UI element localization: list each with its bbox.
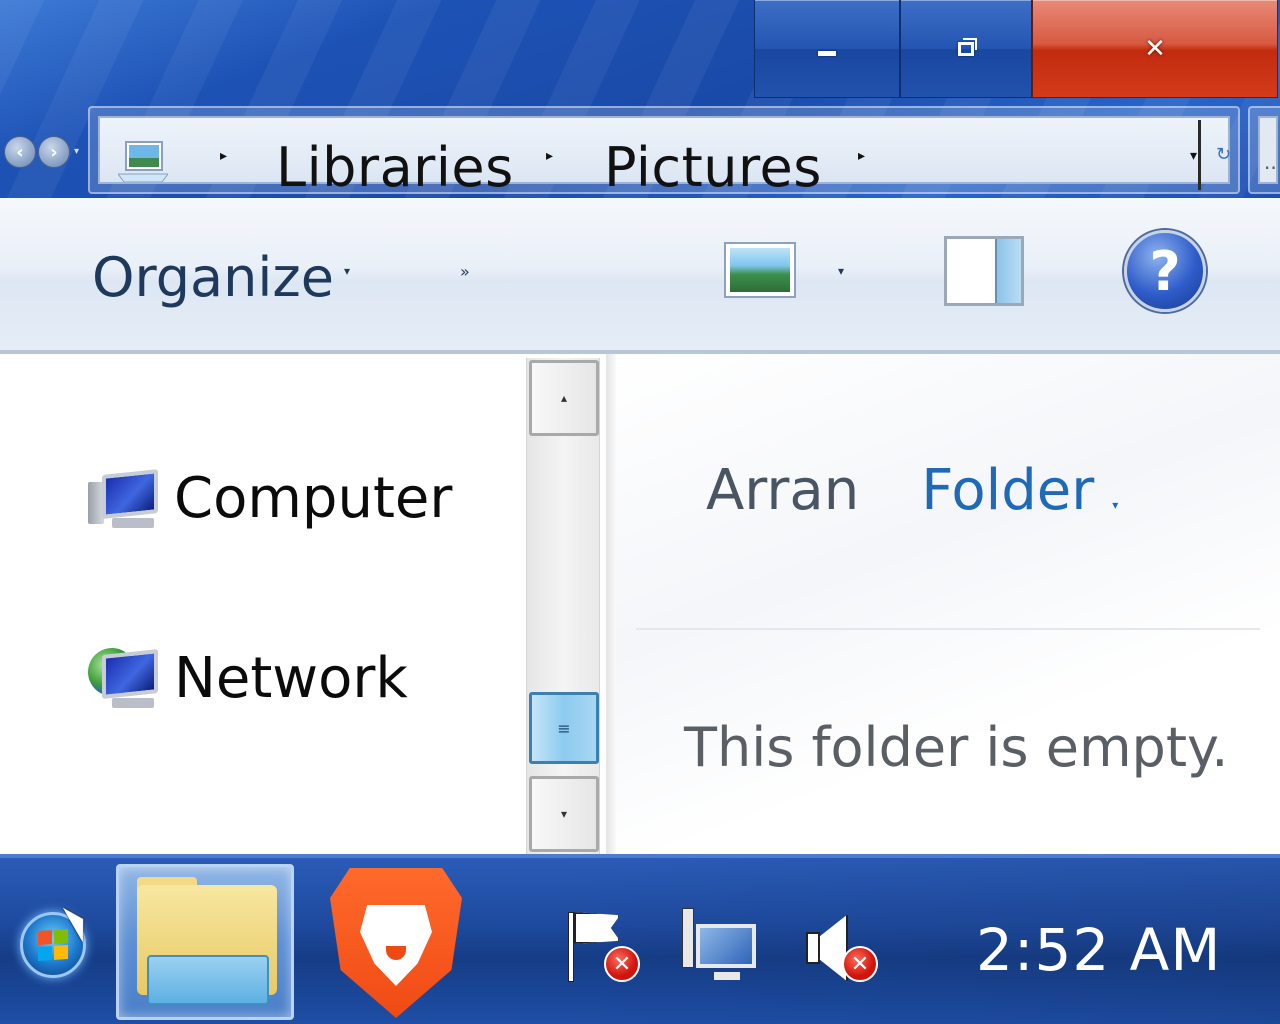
close-icon: ✕ [1144,33,1166,64]
breadcrumb-pictures[interactable]: Pictures [604,136,822,199]
nav-pane-scrollbar[interactable]: ▴ ≡ ▾ [526,358,600,854]
library-header: Arran Folder ▾ [706,458,1118,523]
back-arrow-icon: ‹ [16,141,24,163]
organize-dropdown-icon: ▾ [344,264,351,278]
flag-icon [568,912,574,982]
forward-arrow-icon: › [50,141,58,163]
breadcrumb-separator[interactable]: ▸ [858,148,865,164]
scroll-down-button[interactable]: ▾ [529,776,599,852]
nav-arrows: ‹ › ▾ [4,136,79,168]
scroll-thumb[interactable]: ≡ [529,692,599,764]
speaker-icon [806,932,820,964]
error-badge-icon: ✕ [604,946,640,982]
windows-logo-icon [38,928,68,962]
search-input[interactable]: .. [1258,116,1278,184]
restore-button[interactable] [900,0,1032,98]
pictures-library-icon [118,141,168,182]
address-field[interactable]: ▸ Libraries ▸ Pictures ▸ ▾ ↻ [98,116,1231,199]
network-tray-button[interactable] [680,908,760,988]
organize-button[interactable]: Organize [92,246,334,309]
arrange-by-dropdown-icon[interactable]: ▾ [1112,498,1118,512]
computer-icon [88,468,162,530]
help-button[interactable]: ? [1124,230,1206,312]
close-button[interactable]: ✕ [1032,0,1278,98]
preview-pane-icon [995,239,1021,303]
breadcrumb-separator[interactable]: ▸ [546,148,553,164]
breadcrumb-separator[interactable]: ▸ [220,148,227,164]
grip-icon: ≡ [557,718,571,738]
scroll-up-button[interactable]: ▴ [529,360,599,436]
nav-item-label: Network [174,646,408,711]
help-icon: ? [1149,239,1181,303]
network-icon [88,647,162,710]
refresh-icon[interactable]: ↻ [1216,144,1231,165]
minimize-button[interactable] [754,0,900,98]
taskbar-windows-explorer[interactable] [116,864,294,1020]
action-center-tray-button[interactable]: ✕ [564,908,644,988]
search-box[interactable]: .. [1248,106,1280,194]
recent-pages-dropdown[interactable]: ▾ [74,146,79,168]
pane-splitter[interactable] [606,354,616,854]
caption-buttons: ✕ [754,0,1278,98]
taskbar-clock[interactable]: 2:52 AM [976,916,1221,984]
nav-item-label: Computer [174,466,453,531]
command-bar: Organize ▾ » ▾ ? [0,198,1280,354]
address-bar[interactable]: ▸ Libraries ▸ Pictures ▸ ▾ ↻ [88,106,1240,199]
breadcrumb-libraries[interactable]: Libraries [276,136,514,199]
library-owner-label: Arran [706,458,860,523]
volume-tray-button[interactable]: ✕ [802,908,882,988]
address-divider [1198,120,1201,190]
scroll-down-icon: ▾ [560,807,568,821]
address-dropdown-icon[interactable]: ▾ [1190,148,1197,164]
arrange-by-button[interactable]: Folder [921,458,1094,523]
navigation-pane: Computer Network [0,354,612,854]
content-pane[interactable]: Arran Folder ▾ This folder is empty. [616,354,1280,854]
minimize-icon [818,51,836,56]
view-dropdown-icon[interactable]: ▾ [838,264,844,278]
change-view-icon [730,248,790,292]
divider [636,628,1260,630]
empty-folder-message: This folder is empty. [684,716,1229,779]
preview-pane-button[interactable] [944,236,1024,306]
network-monitor-icon [682,908,694,968]
chevron-double-right-icon[interactable]: » [460,262,470,281]
scroll-up-icon: ▴ [560,391,568,405]
error-badge-icon: ✕ [842,946,878,982]
restore-icon [958,37,977,56]
back-button[interactable]: ‹ [4,136,36,168]
nav-item-network[interactable]: Network [88,646,408,711]
forward-button[interactable]: › [38,136,70,168]
taskbar-brave-browser[interactable] [326,862,466,1022]
taskbar: ✕ ✕ 2:52 AM [0,854,1280,1024]
nav-item-computer[interactable]: Computer [88,466,452,531]
change-view-button[interactable] [724,242,796,298]
